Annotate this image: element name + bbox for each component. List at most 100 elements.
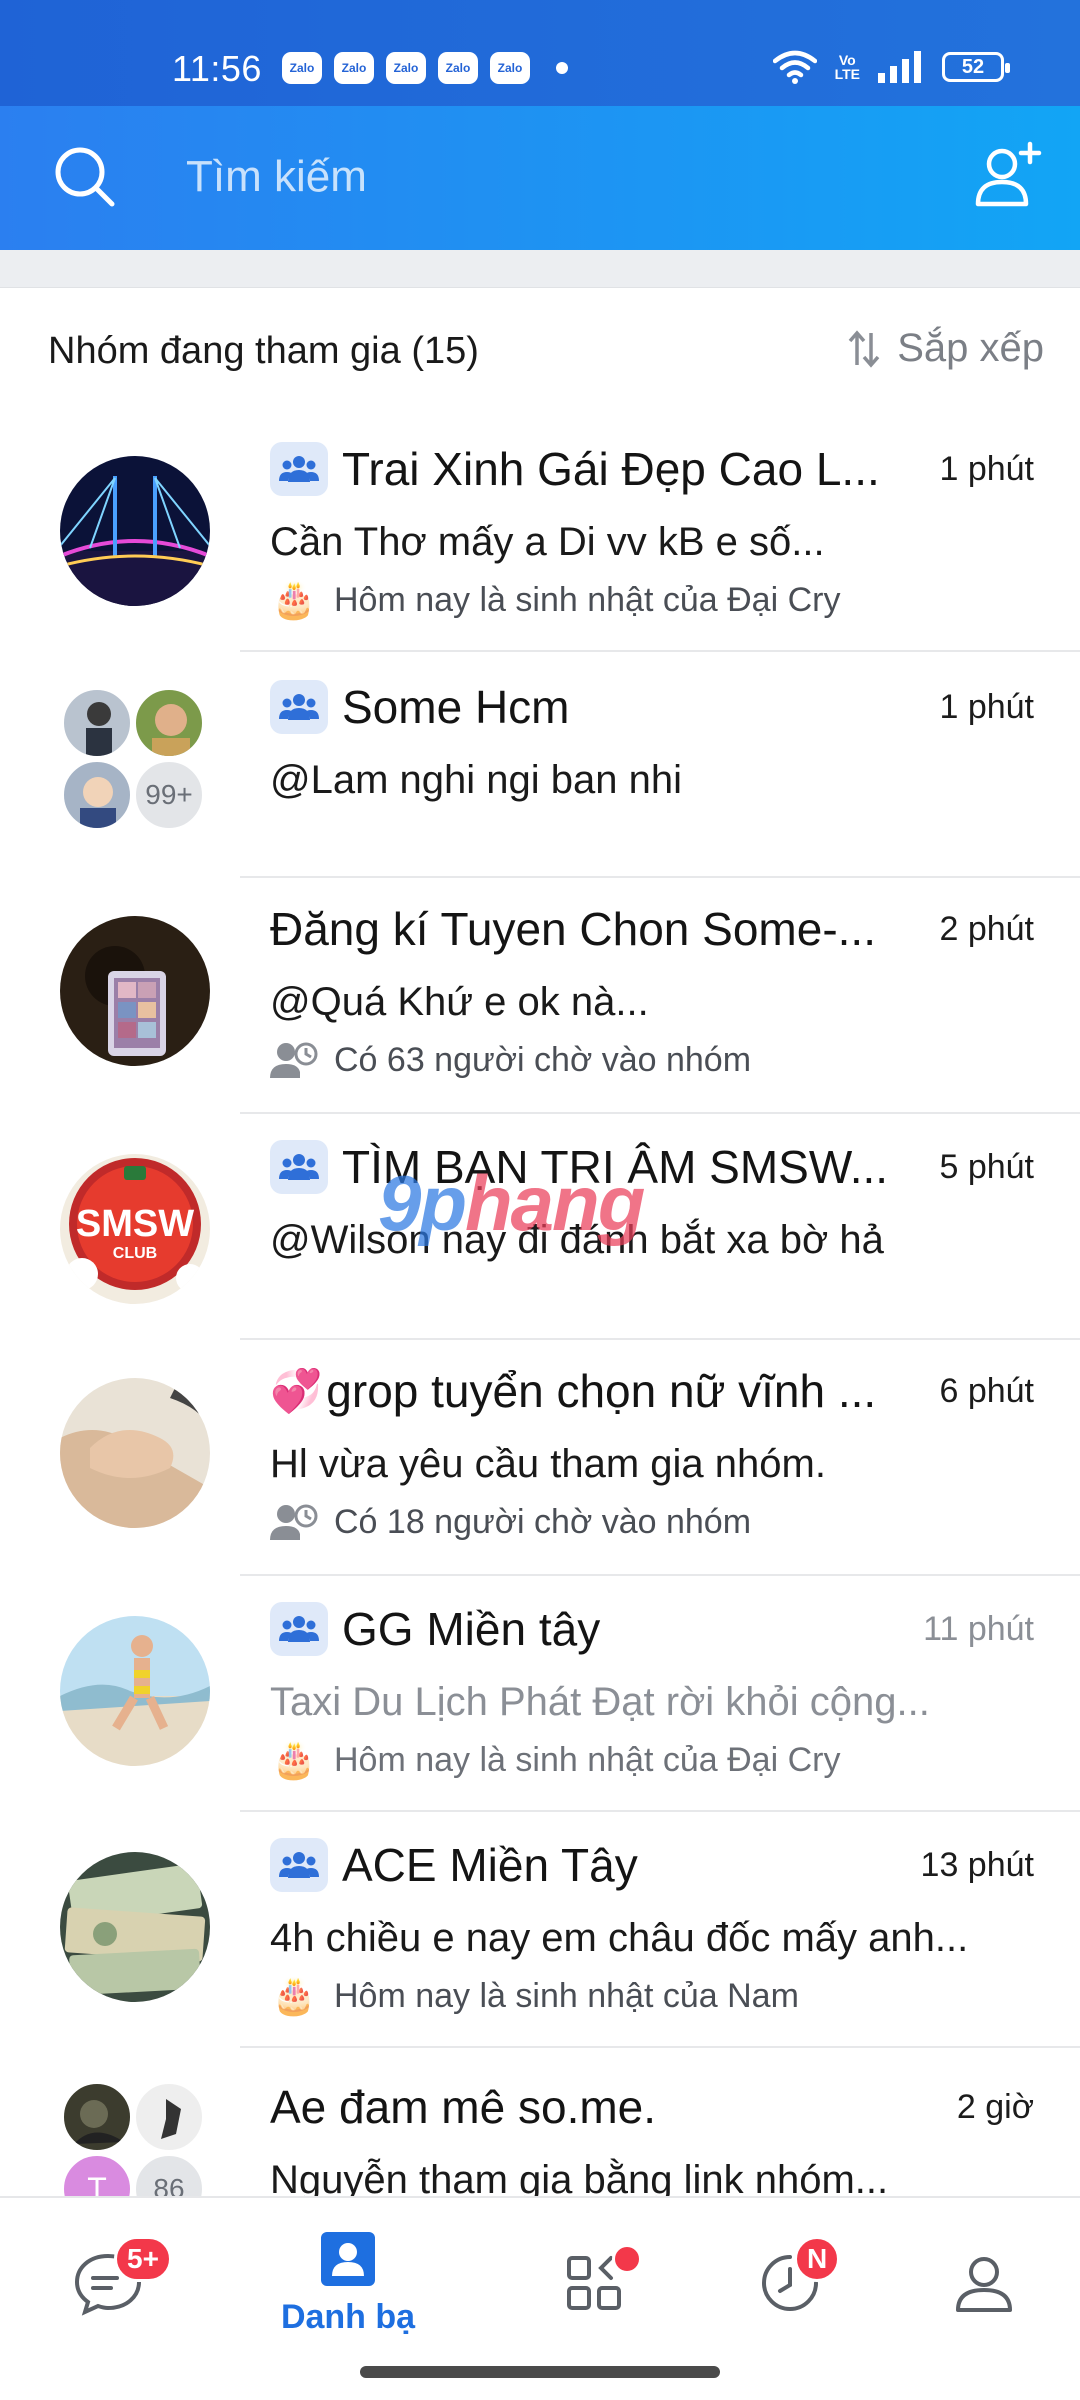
group-name: Some Hcm bbox=[342, 681, 570, 733]
group-avatar bbox=[60, 1378, 210, 1528]
group-avatar-grid: 99+ bbox=[62, 688, 206, 832]
message-time: 11 phút bbox=[923, 1609, 1034, 1648]
pending-members-icon bbox=[270, 1038, 318, 1082]
member-avatar: T bbox=[62, 2154, 132, 2196]
timeline-badge: N bbox=[794, 2236, 841, 2282]
home-indicator[interactable] bbox=[360, 2366, 720, 2378]
contacts-icon bbox=[321, 2231, 375, 2286]
profile-icon bbox=[956, 2257, 1012, 2312]
wifi-icon bbox=[772, 50, 817, 84]
message-preview: @Lam nghi ngi ban nhi bbox=[270, 758, 682, 802]
contacts-label: Danh bạ bbox=[280, 2297, 416, 2336]
battery-icon: 52 bbox=[942, 52, 1010, 82]
message-preview: 4h chiều e nay em châu đốc mấy anh... bbox=[270, 1916, 969, 1960]
zalo-notification-icon: Zalo bbox=[490, 52, 530, 84]
message-time: 1 phút bbox=[939, 449, 1034, 488]
search-icon[interactable] bbox=[52, 144, 118, 210]
group-sub-text: Hôm nay là sinh nhật của Nam bbox=[334, 1976, 799, 2015]
message-time: 2 phút bbox=[939, 909, 1034, 948]
more-notifications-dot-icon bbox=[556, 62, 568, 74]
list-item[interactable]: Đăng kí Tuyen Chon Some-... 2 phút @Quá … bbox=[0, 878, 1080, 1114]
group-name: GG Miền tây bbox=[342, 1603, 601, 1655]
messages-badge: 5+ bbox=[114, 2236, 172, 2282]
group-sub-text: Hôm nay là sinh nhật của Đại Cry bbox=[334, 1740, 841, 1779]
message-time: 1 phút bbox=[939, 687, 1034, 726]
list-item[interactable]: 99+ Some Hcm 1 phút @Lam nghi ngi ban nh… bbox=[0, 652, 1080, 878]
group-avatar bbox=[60, 1852, 210, 2002]
group-name: Trai Xinh Gái Đẹp Cao L... bbox=[342, 443, 880, 495]
message-time: 13 phút bbox=[920, 1845, 1034, 1884]
member-avatar bbox=[134, 688, 204, 758]
group-avatar bbox=[60, 1616, 210, 1766]
member-avatar bbox=[62, 2082, 132, 2152]
zalo-notification-icon: Zalo bbox=[438, 52, 478, 84]
group-avatar-grid: T 86 bbox=[62, 2082, 206, 2196]
zalo-notification-icon: Zalo bbox=[282, 52, 322, 84]
birthday-cake-icon: 🎂 bbox=[271, 579, 317, 620]
system-icons: Vo LTE 52 bbox=[772, 50, 1010, 84]
status-time: 11:56 bbox=[172, 48, 262, 89]
group-avatar bbox=[60, 916, 210, 1066]
group-sub-text: Hôm nay là sinh nhật của Đại Cry bbox=[334, 580, 841, 619]
list-item[interactable]: GG Miền tây 11 phút Taxi Du Lịch Phát Đạ… bbox=[0, 1576, 1080, 1812]
group-name: ACE Miền Tây bbox=[342, 1839, 638, 1891]
tab-profile[interactable] bbox=[876, 2198, 1080, 2368]
group-type-icon bbox=[270, 442, 328, 496]
message-preview: Nguyễn tham gia bằng link nhóm... bbox=[270, 2158, 889, 2196]
group-name: TÌM BẠN TRI ÂM SMSW... bbox=[342, 1141, 889, 1193]
list-item[interactable]: SMSW CLUB TÌM BẠN TRI ÂM SMSW... 5 phút … bbox=[0, 1114, 1080, 1340]
sort-button[interactable]: Sắp xếp bbox=[847, 326, 1044, 371]
volte-icon: Vo LTE bbox=[834, 52, 860, 82]
group-name: Ae đam mê so.me. bbox=[270, 2081, 657, 2133]
smsw-logo-text: SMSW bbox=[76, 1203, 194, 1245]
tab-messages[interactable]: 5+ bbox=[0, 2198, 216, 2368]
smsw-logo-subtext: CLUB bbox=[113, 1245, 157, 1262]
tab-timeline[interactable]: N bbox=[682, 2198, 898, 2368]
message-preview: @Wilson nay đi đánh bắt xa bờ hả bbox=[270, 1218, 884, 1262]
joined-groups-header: Nhóm đang tham gia (15) Sắp xếp bbox=[0, 288, 1080, 416]
list-item[interactable]: T 86 Ae đam mê so.me. 2 giờ Nguyễn tham … bbox=[0, 2048, 1080, 2196]
member-count-more: 99+ bbox=[134, 760, 204, 830]
header-search-bar: Tìm kiếm bbox=[0, 106, 1080, 250]
message-preview: Taxi Du Lịch Phát Đạt rời khỏi cộng... bbox=[270, 1680, 930, 1724]
group-sub-text: Có 18 người chờ vào nhóm bbox=[334, 1502, 752, 1541]
group-name: grop tuyển chọn nữ vĩnh ... bbox=[326, 1365, 877, 1417]
status-bar: 11:56 Zalo Zalo Zalo Zalo Zalo Vo LTE 52 bbox=[0, 0, 1080, 106]
message-time: 5 phút bbox=[939, 1147, 1034, 1186]
section-title: Nhóm đang tham gia (15) bbox=[48, 330, 479, 372]
group-type-icon bbox=[270, 1140, 328, 1194]
tab-discover[interactable] bbox=[488, 2198, 704, 2368]
signal-icon bbox=[878, 51, 921, 83]
group-name: Đăng kí Tuyen Chon Some-... bbox=[270, 903, 876, 955]
add-friend-icon[interactable] bbox=[972, 140, 1044, 212]
zalo-notification-icon: Zalo bbox=[334, 52, 374, 84]
group-sub-text: Có 63 người chờ vào nhóm bbox=[334, 1040, 752, 1079]
birthday-cake-icon: 🎂 bbox=[271, 1975, 317, 2016]
birthday-cake-icon: 🎂 bbox=[271, 1739, 317, 1780]
section-separator bbox=[0, 250, 1080, 288]
list-item[interactable]: 💞 grop tuyển chọn nữ vĩnh ... 6 phút Hl … bbox=[0, 1340, 1080, 1576]
group-avatar bbox=[60, 456, 210, 606]
message-time: 6 phút bbox=[939, 1371, 1034, 1410]
group-type-icon bbox=[270, 1838, 328, 1892]
pending-members-icon bbox=[270, 1500, 318, 1544]
group-type-icon bbox=[270, 1602, 328, 1656]
list-item[interactable]: Trai Xinh Gái Đẹp Cao L... 1 phút Cần Th… bbox=[0, 416, 1080, 652]
discover-dot-badge bbox=[612, 2244, 642, 2274]
message-preview: Hl vừa yêu cầu tham gia nhóm. bbox=[270, 1442, 826, 1486]
member-avatar bbox=[134, 2082, 204, 2152]
member-avatar bbox=[62, 688, 132, 758]
sort-icon bbox=[848, 329, 880, 368]
hearts-icon: 💞 bbox=[270, 1366, 323, 1414]
member-avatar bbox=[62, 760, 132, 830]
message-preview: Cần Thơ mấy a Di vv kB e số... bbox=[270, 520, 825, 564]
notification-icons: Zalo Zalo Zalo Zalo Zalo bbox=[282, 52, 568, 84]
search-input[interactable]: Tìm kiếm bbox=[186, 152, 367, 202]
list-item[interactable]: ACE Miền Tây 13 phút 4h chiều e nay em c… bbox=[0, 1812, 1080, 2048]
message-time: 2 giờ bbox=[956, 2087, 1034, 2126]
group-avatar: SMSW CLUB bbox=[60, 1154, 210, 1304]
sort-label: Sắp xếp bbox=[897, 326, 1044, 370]
member-count-more: 86 bbox=[134, 2154, 204, 2196]
tab-contacts[interactable]: Danh bạ bbox=[240, 2198, 456, 2368]
zalo-notification-icon: Zalo bbox=[386, 52, 426, 84]
